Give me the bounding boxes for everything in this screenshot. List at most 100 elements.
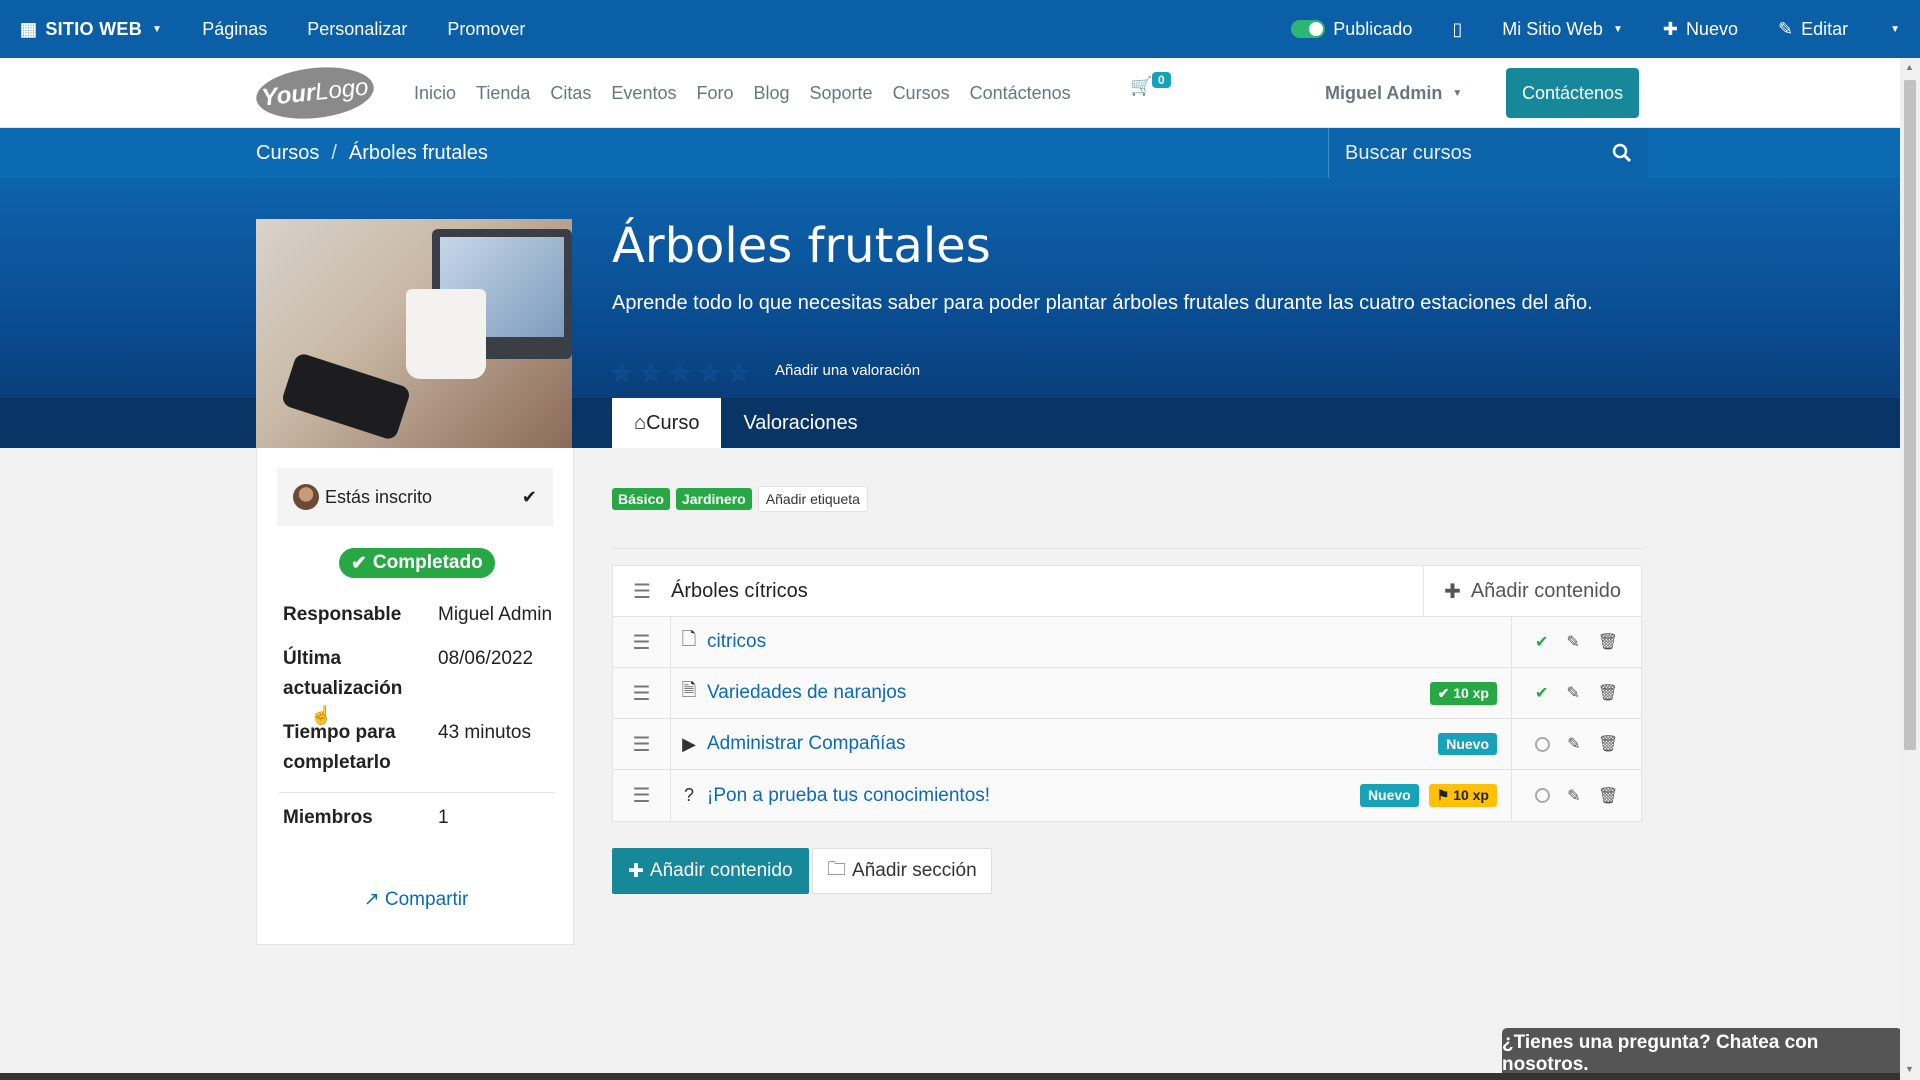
grid-icon: ▦ xyxy=(20,18,38,39)
customize-menu[interactable]: Personalizar xyxy=(287,0,427,58)
site-header: Your Logo Inicio Tienda Citas Eventos For… xyxy=(0,58,1900,128)
plus-icon: ✚ xyxy=(1444,580,1461,603)
edit-button-label: Editar xyxy=(1801,18,1849,39)
star-icon[interactable]: ★ xyxy=(610,358,633,389)
new-button[interactable]: ✚ Nuevo xyxy=(1643,0,1758,58)
tab-course[interactable]: ⌂ Curso xyxy=(612,398,722,448)
add-content-label: Añadir contenido xyxy=(1470,579,1621,602)
edit-button[interactable]: ✎ Editar xyxy=(1758,0,1868,58)
website-menu-label: SITIO WEB xyxy=(45,18,143,39)
website-menu[interactable]: ▦ SITIO WEB ▼ xyxy=(0,0,182,58)
share-link[interactable]: ↗ Compartir xyxy=(257,888,575,911)
content-row: ☰ 🗋 citricos ✔ ✎ 🗑 xyxy=(613,616,1641,668)
content-link[interactable]: Administrar Compañías xyxy=(707,733,1438,755)
content-row: ☰ 🗎 Variedades de naranjos ✔ 10 xp ✔ ✎ 🗑 xyxy=(613,667,1641,719)
pencil-icon[interactable]: ✎ xyxy=(1567,734,1580,754)
row-actions: ✎ 🗑 xyxy=(1511,718,1641,770)
scrollbar-thumb[interactable] xyxy=(1904,80,1916,750)
share-icon: ↗ xyxy=(363,889,380,910)
more-dropdown[interactable]: ▼ xyxy=(1868,0,1920,58)
published-toggle[interactable]: Publicado xyxy=(1271,0,1432,58)
nav-item-foro[interactable]: Foro xyxy=(686,83,743,104)
add-content-to-section-button[interactable]: ✚ Añadir contenido xyxy=(1423,565,1641,617)
customize-menu-label: Personalizar xyxy=(307,18,408,39)
content-link[interactable]: ¡Pon a prueba tus conocimientos! xyxy=(707,785,1360,807)
nav-item-contactenos[interactable]: Contáctenos xyxy=(960,83,1081,104)
promote-menu[interactable]: Promover xyxy=(427,0,545,58)
row-actions: ✎ 🗑 xyxy=(1511,770,1641,821)
drag-handle-icon[interactable]: ☰ xyxy=(613,579,671,604)
section-title[interactable]: Árboles cítricos xyxy=(671,580,1423,603)
course-title: Árboles frutales xyxy=(612,218,991,274)
trash-icon[interactable]: 🗑 xyxy=(1598,734,1618,754)
mobile-preview-button[interactable]: ▯ xyxy=(1432,0,1482,58)
nav-item-tienda[interactable]: Tienda xyxy=(466,83,540,104)
nav-item-blog[interactable]: Blog xyxy=(743,83,799,104)
search-input[interactable]: Buscar cursos xyxy=(1328,128,1648,178)
pages-menu[interactable]: Páginas xyxy=(182,0,287,58)
content-link[interactable]: citricos xyxy=(707,631,1497,653)
star-icon[interactable]: ★ xyxy=(669,358,692,389)
add-content-button[interactable]: ✚ Añadir contenido xyxy=(612,848,809,894)
website-switcher[interactable]: Mi Sitio Web ▼ xyxy=(1482,0,1643,58)
circle-icon[interactable] xyxy=(1534,736,1550,752)
course-sidebar: Estás inscrito ✔ ✔ Completado Responsabl… xyxy=(256,448,574,945)
tab-reviews[interactable]: Valoraciones xyxy=(721,398,879,448)
pencil-icon[interactable]: ✎ xyxy=(1566,683,1579,703)
check-icon: ✔ xyxy=(351,552,367,574)
stat-value: 43 minutos xyxy=(438,722,531,743)
add-rating-link[interactable]: Añadir una valoración xyxy=(775,362,920,379)
trash-icon[interactable]: 🗑 xyxy=(1598,683,1618,703)
stat-label: Responsable xyxy=(283,604,402,625)
mouse-cursor: ☝ xyxy=(310,705,333,725)
pencil-icon: ✎ xyxy=(1777,18,1794,39)
drag-handle-icon[interactable]: ☰ xyxy=(613,718,671,770)
xp-badge-label: 10 xp xyxy=(1453,787,1489,803)
star-icon[interactable]: ★ xyxy=(639,358,662,389)
stat-members: Miembros 1 xyxy=(283,803,553,833)
scroll-down-icon[interactable]: ▼ xyxy=(1905,1064,1914,1074)
main-nav: Inicio Tienda Citas Eventos Foro Blog So… xyxy=(404,58,1081,128)
check-circle-icon[interactable]: ✔ xyxy=(1535,683,1548,703)
breadcrumb-current: Árboles frutales xyxy=(348,141,488,164)
trash-icon[interactable]: 🗑 xyxy=(1598,786,1618,806)
course-tags: Básico Jardinero Añadir etiqueta xyxy=(612,486,868,512)
nav-item-inicio[interactable]: Inicio xyxy=(404,83,466,104)
search-icon[interactable] xyxy=(1612,143,1632,163)
add-tag-button[interactable]: Añadir etiqueta xyxy=(757,486,868,512)
rating-stars[interactable]: ★ ★ ★ ★ ★ xyxy=(610,358,751,389)
pencil-icon[interactable]: ✎ xyxy=(1566,632,1579,652)
enrolled-label: Estás inscrito xyxy=(325,486,433,507)
contact-button[interactable]: Contáctenos xyxy=(1506,68,1640,118)
nav-item-cursos[interactable]: Cursos xyxy=(883,83,960,104)
website-switcher-label: Mi Sitio Web xyxy=(1502,18,1603,39)
caret-down-icon: ▼ xyxy=(1890,23,1900,35)
toggle-switch[interactable] xyxy=(1291,20,1326,38)
star-icon[interactable]: ★ xyxy=(727,358,750,389)
trash-icon[interactable]: 🗑 xyxy=(1598,632,1618,652)
tag-badge[interactable]: Jardinero xyxy=(675,488,752,510)
circle-icon[interactable] xyxy=(1534,788,1550,803)
nav-item-soporte[interactable]: Soporte xyxy=(800,83,883,104)
star-icon[interactable]: ★ xyxy=(698,358,721,389)
check-circle-icon[interactable]: ✔ xyxy=(1535,632,1548,652)
content-link[interactable]: Variedades de naranjos xyxy=(707,682,1430,704)
scroll-up-icon[interactable]: ▲ xyxy=(1905,62,1914,72)
user-menu[interactable]: Miguel Admin ▼ xyxy=(1325,58,1462,128)
tag-badge[interactable]: Básico xyxy=(612,488,670,510)
add-section-button[interactable]: 🗀 Añadir sección xyxy=(812,848,992,894)
nav-item-eventos[interactable]: Eventos xyxy=(601,83,686,104)
xp-badge-label: 10 xp xyxy=(1453,684,1489,701)
site-logo[interactable]: Your Logo xyxy=(253,61,377,125)
cart-button[interactable]: 🛒 0 xyxy=(1130,72,1171,97)
drag-handle-icon[interactable]: ☰ xyxy=(613,667,671,719)
cart-count-badge: 0 xyxy=(1152,72,1171,88)
drag-handle-icon[interactable]: ☰ xyxy=(613,770,671,821)
user-name: Miguel Admin xyxy=(1325,82,1443,103)
page-scrollbar[interactable]: ▲ ▼ xyxy=(1900,58,1920,1080)
pencil-icon[interactable]: ✎ xyxy=(1567,786,1580,806)
row-actions: ✔ ✎ 🗑 xyxy=(1511,616,1641,668)
nav-item-citas[interactable]: Citas xyxy=(540,83,601,104)
drag-handle-icon[interactable]: ☰ xyxy=(613,616,671,668)
breadcrumb-courses-link[interactable]: Cursos xyxy=(256,142,319,165)
